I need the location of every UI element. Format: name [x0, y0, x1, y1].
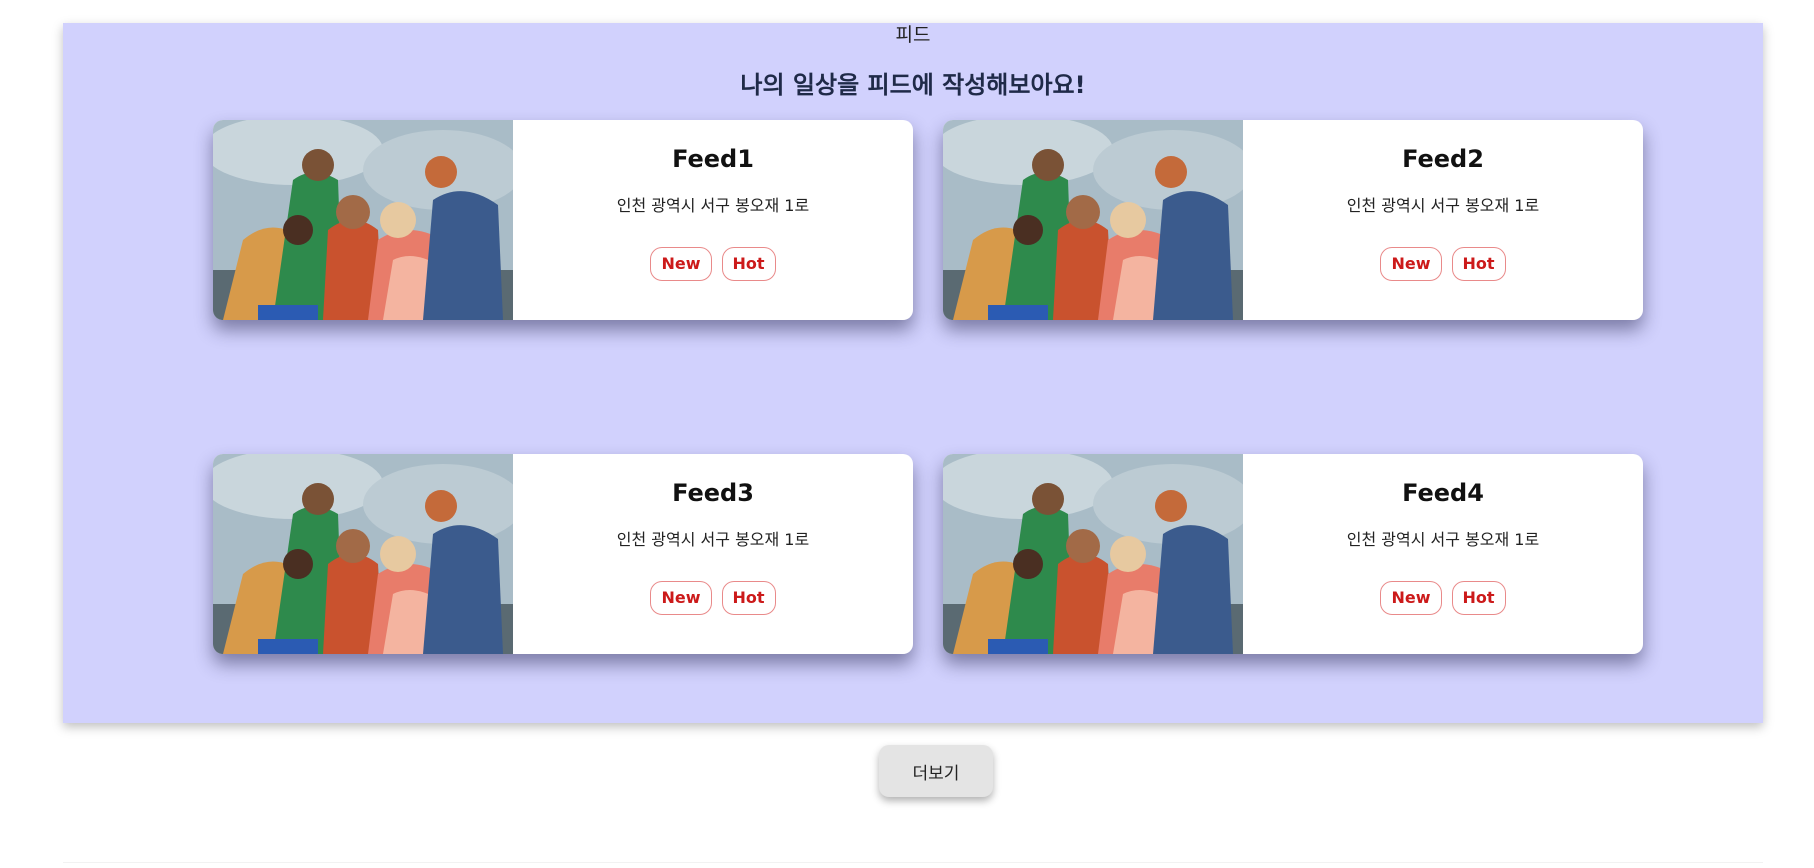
hot-badge[interactable]: Hot	[721, 247, 776, 281]
new-badge[interactable]: New	[650, 247, 712, 281]
feed-address: 인천 광역시 서구 봉오재 1로	[616, 196, 810, 215]
feed-card-body: Feed4 인천 광역시 서구 봉오재 1로 New Hot	[1243, 454, 1643, 654]
feed-address: 인천 광역시 서구 봉오재 1로	[616, 530, 810, 549]
feed-title: Feed2	[1402, 145, 1484, 173]
badge-group: New Hot	[513, 247, 913, 281]
feed-photo	[213, 120, 513, 320]
feed-section: 피드 나의 일상을 피드에 작성해보아요! Feed1 인천 광역시 서구 봉오…	[63, 23, 1763, 723]
feed-title: Feed4	[1402, 479, 1484, 507]
more-button[interactable]: 더보기	[879, 745, 993, 797]
feed-photo	[943, 120, 1243, 320]
section-label: 피드	[895, 24, 931, 46]
feed-card[interactable]: Feed1 인천 광역시 서구 봉오재 1로 New Hot	[213, 120, 913, 320]
hot-badge[interactable]: Hot	[1451, 581, 1506, 615]
new-badge[interactable]: New	[1380, 247, 1442, 281]
feed-address: 인천 광역시 서구 봉오재 1로	[1346, 530, 1540, 549]
feed-title: Feed3	[672, 479, 754, 507]
badge-group: New Hot	[1243, 247, 1643, 281]
bottom-divider	[63, 862, 1763, 863]
feed-card[interactable]: Feed4 인천 광역시 서구 봉오재 1로 New Hot	[943, 454, 1643, 654]
feed-photo	[213, 454, 513, 654]
feed-card[interactable]: Feed3 인천 광역시 서구 봉오재 1로 New Hot	[213, 454, 913, 654]
new-badge[interactable]: New	[650, 581, 712, 615]
feed-address: 인천 광역시 서구 봉오재 1로	[1346, 196, 1540, 215]
feed-card-body: Feed2 인천 광역시 서구 봉오재 1로 New Hot	[1243, 120, 1643, 320]
badge-group: New Hot	[1243, 581, 1643, 615]
feed-card-body: Feed1 인천 광역시 서구 봉오재 1로 New Hot	[513, 120, 913, 320]
new-badge[interactable]: New	[1380, 581, 1442, 615]
section-heading: 나의 일상을 피드에 작성해보아요!	[740, 71, 1086, 99]
feed-title: Feed1	[672, 145, 754, 173]
feed-card-body: Feed3 인천 광역시 서구 봉오재 1로 New Hot	[513, 454, 913, 654]
badge-group: New Hot	[513, 581, 913, 615]
hot-badge[interactable]: Hot	[1451, 247, 1506, 281]
feed-photo	[943, 454, 1243, 654]
feed-card[interactable]: Feed2 인천 광역시 서구 봉오재 1로 New Hot	[943, 120, 1643, 320]
hot-badge[interactable]: Hot	[721, 581, 776, 615]
